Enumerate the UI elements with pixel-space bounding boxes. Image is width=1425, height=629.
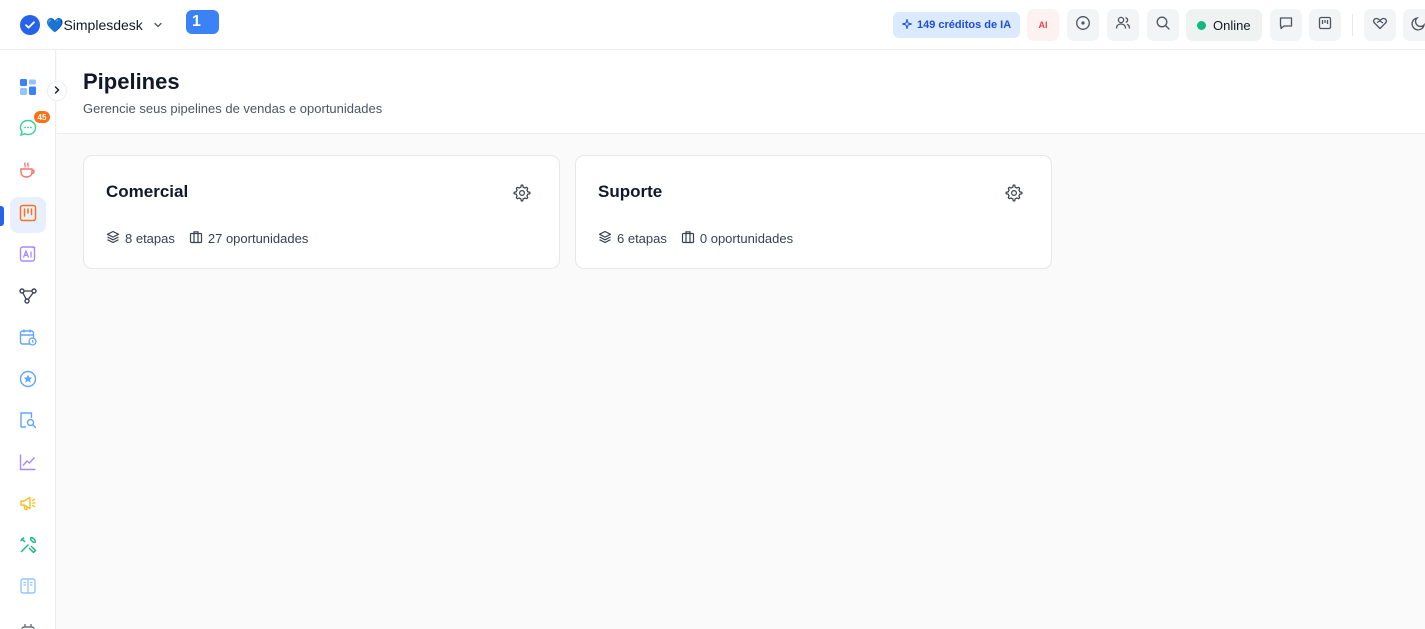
heart-icon: 💙 — [46, 17, 64, 33]
search-button[interactable] — [1147, 9, 1179, 41]
opportunities-count: 27 oportunidades — [207, 231, 309, 246]
stages-count: 6 etapas — [617, 231, 667, 246]
gear-icon — [1005, 184, 1023, 207]
layout-panel-icon — [1317, 15, 1333, 36]
sidebar-item-ai-contacts[interactable] — [10, 238, 46, 274]
search-doc-icon — [18, 410, 38, 435]
gear-icon — [513, 184, 531, 207]
online-status-label: Online — [1213, 17, 1251, 33]
sidebar-item-search-records[interactable] — [10, 404, 46, 440]
ai-credits-button[interactable]: 149 créditos de IA — [893, 12, 1021, 38]
sidebar-item-flows[interactable] — [10, 280, 46, 316]
briefcase-icon — [189, 230, 203, 247]
ai-icon: AI — [1038, 20, 1048, 30]
number-badge[interactable]: 1 — [186, 10, 219, 34]
sidebar-item-dashboard[interactable] — [10, 71, 46, 107]
page-subtitle: Gerencie seus pipelines de vendas e opor… — [83, 101, 383, 116]
sidebar-item-knowledge-base[interactable] — [10, 570, 46, 606]
briefcase-icon — [681, 230, 695, 247]
sidebar-active-indicator — [0, 206, 4, 226]
pipeline-meta: 6 etapas 0 oportunidades — [598, 230, 807, 247]
pipeline-settings-button[interactable] — [1003, 184, 1025, 206]
sidebar-item-coffee[interactable] — [10, 154, 46, 190]
sidebar-item-favorites[interactable] — [10, 363, 46, 399]
kanban-icon — [18, 203, 38, 228]
layers-icon — [106, 230, 120, 247]
heart-handshake-icon — [1372, 15, 1388, 36]
online-status-toggle[interactable]: Online — [1186, 9, 1262, 41]
sidebar-collapse-button[interactable] — [47, 81, 67, 101]
stages-info: 8 etapas — [106, 230, 175, 247]
ai-credits-label: 149 créditos de IA — [917, 19, 1012, 31]
workspace-name: Simplesdesk — [63, 17, 143, 33]
sidebar-item-reports[interactable] — [10, 446, 46, 482]
users-icon — [1115, 15, 1131, 36]
users-button[interactable] — [1107, 9, 1139, 41]
stages-info: 6 etapas — [598, 230, 667, 247]
panel-button[interactable] — [1309, 9, 1341, 41]
ai-button[interactable]: AI — [1027, 9, 1059, 41]
coffee-icon — [18, 160, 38, 185]
flow-icon — [18, 286, 38, 311]
tools-icon — [18, 535, 38, 560]
page-title: Pipelines — [83, 69, 180, 94]
circle-dot-icon — [1075, 15, 1091, 36]
sidebar-item-pipelines[interactable] — [10, 197, 46, 233]
check-logo-icon — [20, 15, 40, 35]
opportunities-info: 27 oportunidades — [189, 230, 308, 247]
pipeline-card-comercial[interactable]: Comercial 8 etapas 27 oportunidades — [83, 155, 560, 269]
chart-icon — [18, 452, 38, 477]
chevron-right-icon — [52, 82, 62, 100]
top-bar: 💙 Simplesdesk 1 149 créditos de IA AI On… — [0, 0, 1425, 50]
search-icon — [1155, 15, 1171, 36]
megaphone-icon — [18, 493, 38, 518]
ai-contact-icon — [18, 244, 38, 269]
online-dot-icon — [1197, 20, 1206, 30]
workspace-switcher[interactable]: 💙 Simplesdesk — [20, 12, 163, 38]
opportunities-info: 0 oportunidades — [681, 230, 793, 247]
layers-icon — [598, 230, 612, 247]
pipeline-name: Suporte — [598, 182, 663, 201]
sidebar-item-more[interactable] — [10, 612, 46, 629]
chevron-down-icon — [153, 20, 163, 30]
topbar-divider — [1352, 14, 1353, 36]
pipeline-settings-button[interactable] — [511, 184, 533, 206]
pipeline-card-suporte[interactable]: Suporte 6 etapas 0 oportunidades — [575, 155, 1052, 269]
more-icon — [18, 618, 38, 629]
calendar-icon — [18, 327, 38, 352]
stages-count: 8 etapas — [125, 231, 175, 246]
page-header: Pipelines Gerencie seus pipelines de ven… — [57, 50, 1425, 134]
book-icon — [18, 576, 38, 601]
status-circle-button[interactable] — [1067, 9, 1099, 41]
sidebar-item-calendar[interactable] — [10, 321, 46, 357]
theme-toggle-button[interactable] — [1403, 9, 1425, 41]
dashboard-icon — [18, 77, 38, 102]
sidebar-item-tools[interactable] — [10, 529, 46, 565]
star-icon — [18, 369, 38, 394]
message-square-icon — [1278, 15, 1294, 36]
pipeline-name: Comercial — [106, 182, 189, 201]
messages-button[interactable] — [1270, 9, 1302, 41]
moon-icon — [1411, 15, 1425, 36]
notification-count-badge: 45 — [34, 111, 50, 123]
sidebar-item-campaigns[interactable] — [10, 487, 46, 523]
sparkle-icon — [900, 17, 914, 32]
opportunities-count: 0 oportunidades — [699, 231, 794, 246]
pipeline-meta: 8 etapas 27 oportunidades — [106, 230, 322, 247]
help-button[interactable] — [1364, 9, 1396, 41]
sidebar: 45 — [0, 50, 56, 629]
